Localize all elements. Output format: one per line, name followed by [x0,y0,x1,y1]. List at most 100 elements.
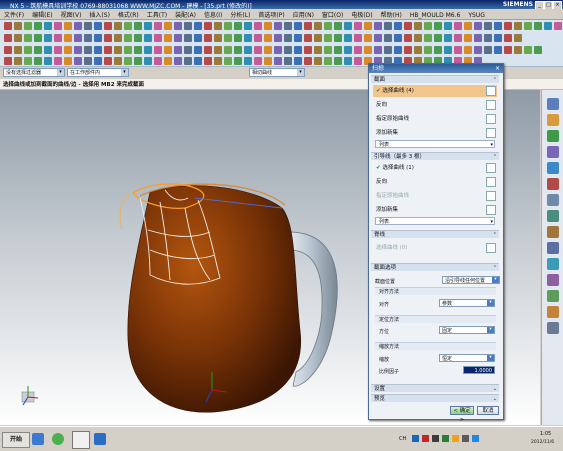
toolbar-tool-icon[interactable] [404,34,412,42]
toolbar-tool-icon[interactable] [114,34,122,42]
toolbar-tool-icon[interactable] [204,57,212,65]
toolbar-tool-icon[interactable] [444,34,452,42]
toolbar-tool-icon[interactable] [124,57,132,65]
toolbar-tool-icon[interactable] [24,46,32,54]
section-group-header[interactable]: 截面 ⌃ [371,75,499,83]
menu-view[interactable]: 视图(V) [57,9,86,20]
toolbar-tool-icon[interactable] [184,57,192,65]
guides-list-toggle[interactable]: 列表 ▾ [375,217,495,225]
toolbar-tool-icon[interactable] [84,22,92,30]
toolbar-tool-icon[interactable] [474,34,482,42]
close-icon[interactable]: × [495,64,500,73]
toolbar-tool-icon[interactable] [534,46,542,54]
toolbar-tool-icon[interactable] [514,22,522,30]
toolbar-tool-icon[interactable] [414,34,422,42]
guides-specify-origin[interactable]: 指定原始曲线 [373,190,497,202]
cancel-button[interactable]: 取消 [477,406,499,415]
constraint-navigator-icon[interactable] [547,114,559,126]
toolbar-tool-icon[interactable] [274,22,282,30]
toolbar-tool-icon[interactable] [214,46,222,54]
toolbar-tool-icon[interactable] [274,46,282,54]
toolbar-tool-icon[interactable] [294,22,302,30]
toolbar-tool-icon[interactable] [324,22,332,30]
toolbar-tool-icon[interactable] [234,57,242,65]
toolbar-tool-icon[interactable] [384,22,392,30]
toolbar-tool-icon[interactable] [444,46,452,54]
toolbar-tool-icon[interactable] [44,22,52,30]
toolbar-tool-icon[interactable] [324,46,332,54]
toolbar-tool-icon[interactable] [24,57,32,65]
toolbar-tool-icon[interactable] [194,46,202,54]
toolbar-tool-icon[interactable] [374,22,382,30]
toolbar-tool-icon[interactable] [74,22,82,30]
toolbar-tool-icon[interactable] [324,34,332,42]
toolbar-tool-icon[interactable] [114,46,122,54]
analysis-tool-icon[interactable] [547,290,559,302]
alignment-dropdown[interactable]: 参数 ▾ [439,299,495,307]
toolbar-tool-icon[interactable] [434,46,442,54]
toolbar-tool-icon[interactable] [494,46,502,54]
curve-rule-dropdown[interactable]: 相切曲线 ▾ [249,68,305,77]
toolbar-tool-icon[interactable] [524,22,532,30]
toolbar-tool-icon[interactable] [284,57,292,65]
toolbar-tool-icon[interactable] [334,57,342,65]
toolbar-tool-icon[interactable] [14,46,22,54]
menu-file[interactable]: 文件(F) [0,9,28,20]
menu-ysug[interactable]: YSUG [464,11,489,20]
toolbar-tool-icon[interactable] [184,34,192,42]
toolbar-tool-icon[interactable] [244,57,252,65]
toolbar-tool-icon[interactable] [64,46,72,54]
toolbar-tool-icon[interactable] [204,46,212,54]
toolbar-tool-icon[interactable] [224,57,232,65]
toolbar-tool-icon[interactable] [484,34,492,42]
scale-factor-input[interactable]: 1.0000 [463,366,495,374]
toolbar-tool-icon[interactable] [294,46,302,54]
toolbar-tool-icon[interactable] [64,22,72,30]
toolbar-tool-icon[interactable] [244,22,252,30]
toolbar-tool-icon[interactable] [44,34,52,42]
scaling-subgroup-header[interactable]: 缩放方法 [375,342,496,350]
toolbar-tool-icon[interactable] [454,46,462,54]
toolbar-tool-icon[interactable] [4,57,12,65]
ok-button[interactable]: < 确定 > [450,406,474,423]
toolbar-tool-icon[interactable] [224,22,232,30]
toolbar-tool-icon[interactable] [414,22,422,30]
toolbar-tool-icon[interactable] [514,34,522,42]
ime-indicator[interactable]: CH [399,436,406,442]
toolbar-tool-icon[interactable] [174,34,182,42]
toolbar-tool-icon[interactable] [414,46,422,54]
orientation-subgroup-header[interactable]: 定位方法 [375,315,496,323]
menu-window[interactable]: 窗口(O) [318,9,347,20]
toolbar-tool-icon[interactable] [214,34,222,42]
toolbar-tool-icon[interactable] [14,34,22,42]
menu-analysis[interactable]: 分析(L) [226,9,254,20]
toolbar-tool-icon[interactable] [254,57,262,65]
toolbar-tool-icon[interactable] [204,22,212,30]
toolbar-tool-icon[interactable] [234,46,242,54]
toolbar-tool-icon[interactable] [534,22,542,30]
toolbar-tool-icon[interactable] [174,46,182,54]
toolbar-tool-icon[interactable] [114,22,122,30]
toolbar-tool-icon[interactable] [354,22,362,30]
guides-reverse[interactable]: 反向 [373,176,497,188]
toolbar-tool-icon[interactable] [304,57,312,65]
toolbar-tool-icon[interactable] [194,22,202,30]
toolbar-tool-icon[interactable] [24,22,32,30]
toolbar-tool-icon[interactable] [484,22,492,30]
section-position-dropdown[interactable]: 沿引导线任何位置 ▾ [442,276,500,284]
toolbar-tool-icon[interactable] [304,34,312,42]
measure-tool-icon[interactable] [547,306,559,318]
toolbar-tool-icon[interactable] [404,46,412,54]
toolbar-tool-icon[interactable] [94,46,102,54]
toolbar-tool-icon[interactable] [504,22,512,30]
toolbar-tool-icon[interactable] [394,34,402,42]
toolbar-tool-icon[interactable] [334,46,342,54]
scaling-dropdown[interactable]: 恒定 ▾ [439,354,495,362]
toolbar-tool-icon[interactable] [54,22,62,30]
toolbar-tool-icon[interactable] [374,34,382,42]
toolbar-tool-icon[interactable] [54,46,62,54]
toolbar-tool-icon[interactable] [134,46,142,54]
toolbar-tool-icon[interactable] [264,46,272,54]
toolbar-tool-icon[interactable] [54,57,62,65]
toolbar-tool-icon[interactable] [224,34,232,42]
